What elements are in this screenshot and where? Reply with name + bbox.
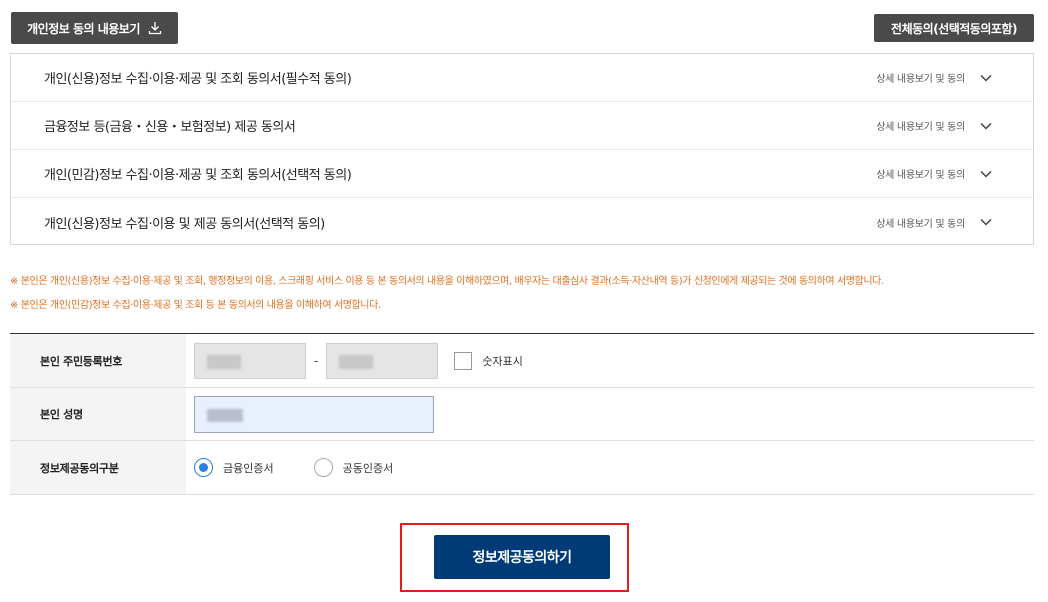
- rrn-label: 본인 주민등록번호: [10, 334, 186, 387]
- consent-item-credit-required[interactable]: 개인(신용)정보 수집·이용·제공 및 조회 동의서(필수적 동의) 상세 내용…: [11, 54, 1033, 102]
- consent-title: 금융정보 등(금융・신용・보험정보) 제공 동의서: [44, 120, 296, 135]
- consent-item-credit-optional[interactable]: 개인(신용)정보 수집·이용 및 제공 동의서(선택적 동의) 상세 내용보기 …: [11, 198, 1033, 246]
- consent-item-financial[interactable]: 금융정보 등(금융・신용・보험정보) 제공 동의서 상세 내용보기 및 동의: [11, 102, 1033, 150]
- rrn-back-input[interactable]: [326, 342, 439, 379]
- consent-detail-link[interactable]: 상세 내용보기 및 동의: [876, 166, 965, 181]
- name-row: 본인 성명: [10, 388, 1034, 441]
- consent-list: 개인(신용)정보 수집·이용·제공 및 조회 동의서(필수적 동의) 상세 내용…: [10, 53, 1034, 245]
- rrn-separator: -: [314, 353, 319, 368]
- radio-label: 금융인증서: [223, 461, 274, 475]
- consent-notice: ※ 본인은 개인(신용)정보 수집·이용·제공 및 조회, 행정정보의 이용, …: [10, 276, 884, 287]
- masked-value: [339, 354, 374, 369]
- consent-detail-link[interactable]: 상세 내용보기 및 동의: [876, 118, 965, 133]
- view-consent-label: 개인정보 동의 내용보기: [27, 21, 140, 36]
- chevron-down-icon[interactable]: [979, 167, 993, 181]
- radio-joint-cert[interactable]: 공동인증서: [313, 458, 394, 477]
- name-input[interactable]: [194, 395, 434, 433]
- rrn-front-input[interactable]: [194, 342, 306, 379]
- chevron-down-icon[interactable]: [979, 215, 993, 229]
- consent-type-label: 정보제공동의구분: [10, 441, 186, 494]
- radio-label: 공동인증서: [342, 461, 394, 475]
- consent-title: 개인(신용)정보 수집·이용 및 제공 동의서(선택적 동의): [44, 216, 325, 232]
- download-icon: [148, 22, 162, 35]
- agree-all-button[interactable]: 전체동의(선택적동의포함): [874, 14, 1034, 42]
- consent-title: 개인(신용)정보 수집·이용·제공 및 조회 동의서(필수적 동의): [44, 72, 352, 87]
- masked-value: [207, 408, 243, 422]
- consent-type-row: 정보제공동의구분 금융인증서 공동인증서: [10, 441, 1034, 495]
- masked-value: [207, 354, 241, 369]
- show-digits-label: 숫자표시: [482, 354, 523, 368]
- consent-item-sensitive-optional[interactable]: 개인(민감)정보 수집·이용·제공 및 조회 동의서(선택적 동의) 상세 내용…: [11, 150, 1033, 198]
- radio-button[interactable]: [313, 458, 333, 477]
- show-digits-checkbox[interactable]: [454, 351, 473, 370]
- consent-detail-link[interactable]: 상세 내용보기 및 동의: [876, 215, 965, 230]
- consent-type-radio-group: 금융인증서 공동인증서: [194, 458, 393, 477]
- consent-notice: ※ 본인은 개인(민감)정보 수집·이용·제공 및 조회 등 본 동의서의 내용…: [10, 300, 381, 311]
- consent-title: 개인(민감)정보 수집·이용·제공 및 조회 동의서(선택적 동의): [44, 168, 352, 183]
- identity-form: 본인 주민등록번호 - 숫자표시 본인 성명 정보제공동의구분 금융인증서 공동…: [10, 333, 1034, 495]
- rrn-row: 본인 주민등록번호 - 숫자표시: [10, 334, 1034, 388]
- consent-detail-link[interactable]: 상세 내용보기 및 동의: [876, 70, 965, 85]
- show-digits-toggle[interactable]: 숫자표시: [454, 351, 523, 370]
- name-label: 본인 성명: [10, 388, 186, 440]
- radio-financial-cert[interactable]: 금융인증서: [194, 458, 274, 477]
- view-consent-button[interactable]: 개인정보 동의 내용보기: [11, 12, 178, 44]
- radio-button-selected[interactable]: [194, 458, 213, 477]
- chevron-down-icon[interactable]: [979, 119, 993, 133]
- chevron-down-icon[interactable]: [979, 71, 993, 85]
- submit-consent-button[interactable]: 정보제공동의하기: [434, 535, 610, 579]
